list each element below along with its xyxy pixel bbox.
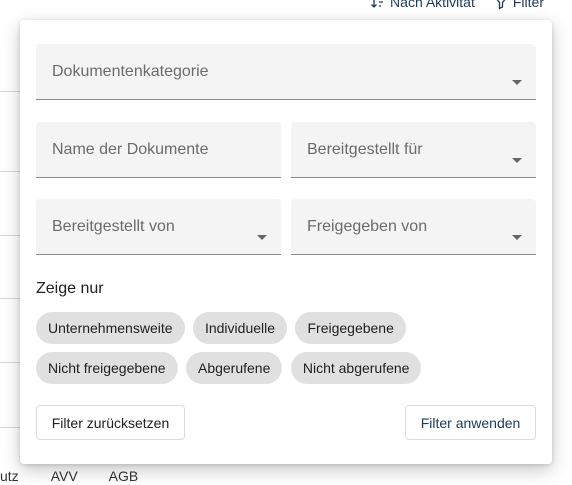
released-by-label: Freigegeben von bbox=[307, 217, 428, 235]
document-category-label: Dokumentenkategorie bbox=[52, 62, 209, 80]
chip-released[interactable]: Freigegebene bbox=[295, 312, 406, 344]
document-name-input[interactable]: Name der Dokumente bbox=[36, 122, 281, 178]
chip-row-2: Nicht freigegebene Abgerufene Nicht abge… bbox=[36, 352, 425, 384]
dropdown-arrow-icon bbox=[512, 235, 522, 240]
background-tabs: utz AVV AGB bbox=[0, 468, 138, 484]
background-toolbar: Nach Aktivität Filter bbox=[370, 0, 544, 10]
show-only-heading: Zeige nur bbox=[36, 280, 104, 297]
sort-by-activity-button[interactable]: Nach Aktivität bbox=[370, 0, 475, 10]
tab-agb[interactable]: AGB bbox=[109, 468, 139, 484]
dropdown-arrow-icon bbox=[512, 158, 522, 163]
divider bbox=[0, 427, 22, 428]
chip-individual[interactable]: Individuelle bbox=[192, 312, 288, 344]
dropdown-arrow-icon bbox=[257, 235, 267, 240]
document-name-label: Name der Dokumente bbox=[52, 140, 209, 158]
dropdown-arrow-icon bbox=[512, 80, 522, 85]
chip-not-retrieved[interactable]: Nicht abgerufene bbox=[290, 352, 422, 384]
chip-retrieved[interactable]: Abgerufene bbox=[185, 352, 283, 384]
provided-for-select[interactable]: Bereitgestellt für bbox=[291, 122, 536, 178]
document-category-select[interactable]: Dokumentenkategorie bbox=[36, 44, 536, 100]
divider bbox=[0, 91, 22, 92]
divider bbox=[0, 298, 22, 299]
tab-partial[interactable]: utz bbox=[0, 468, 19, 484]
chip-row-1: Unternehmensweite Individuelle Freigegeb… bbox=[36, 312, 410, 344]
sort-label: Nach Aktivität bbox=[390, 0, 475, 10]
tab-avv[interactable]: AVV bbox=[51, 468, 78, 484]
filter-label: Filter bbox=[512, 0, 544, 10]
reset-filter-button[interactable]: Filter zurücksetzen bbox=[36, 405, 185, 440]
provided-by-select[interactable]: Bereitgestellt von bbox=[36, 199, 281, 255]
chip-company-wide[interactable]: Unternehmensweite bbox=[36, 312, 185, 344]
released-by-select[interactable]: Freigegeben von bbox=[291, 199, 536, 255]
provided-for-label: Bereitgestellt für bbox=[307, 140, 423, 158]
filter-icon bbox=[496, 0, 506, 10]
sort-icon bbox=[371, 0, 384, 8]
filter-toggle-button[interactable]: Filter bbox=[493, 0, 544, 10]
apply-filter-button[interactable]: Filter anwenden bbox=[405, 405, 536, 440]
filter-panel: Dokumentenkategorie Name der Dokumente B… bbox=[20, 20, 552, 464]
divider bbox=[0, 235, 22, 236]
divider bbox=[0, 171, 22, 172]
divider bbox=[0, 362, 22, 363]
provided-by-label: Bereitgestellt von bbox=[52, 217, 175, 235]
chip-not-released[interactable]: Nicht freigegebene bbox=[36, 352, 178, 384]
